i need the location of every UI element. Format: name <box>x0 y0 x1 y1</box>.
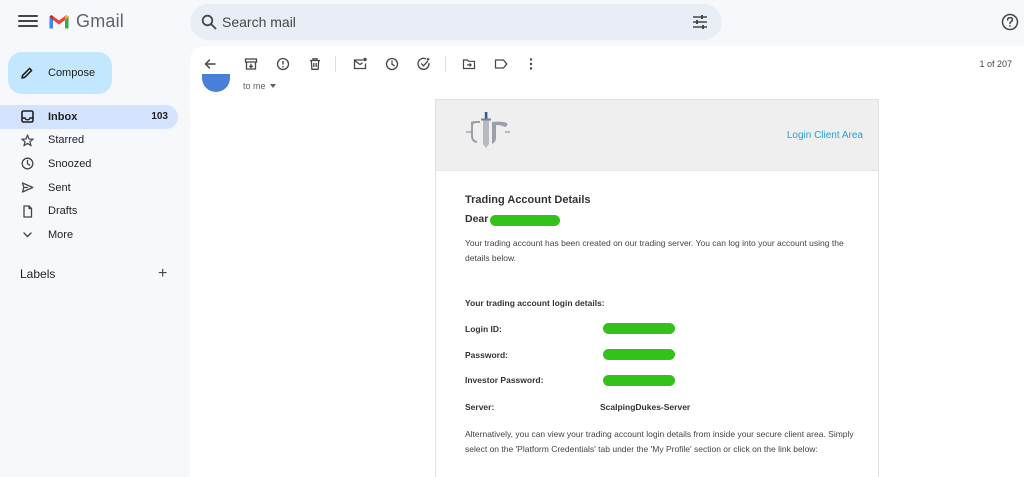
report-spam-icon[interactable] <box>275 56 291 72</box>
top-bar: Gmail <box>0 0 1024 46</box>
intro-paragraph: Your trading account has been created on… <box>465 238 844 263</box>
sidebar-item-drafts[interactable]: Drafts <box>0 199 178 223</box>
chevron-down-icon <box>20 228 34 242</box>
toolbar-divider <box>445 56 446 72</box>
star-icon <box>20 133 34 147</box>
send-icon <box>20 181 34 195</box>
search-input[interactable] <box>222 12 662 32</box>
add-label-button[interactable]: + <box>158 266 167 282</box>
redacted-password <box>603 349 675 360</box>
back-arrow-icon[interactable] <box>202 56 218 72</box>
recipient-details-toggle[interactable]: to me <box>243 81 276 91</box>
sidebar-item-label: Sent <box>48 181 71 194</box>
sidebar-item-label: Snoozed <box>48 157 92 170</box>
add-to-tasks-icon[interactable] <box>416 56 432 72</box>
sidebar-item-starred[interactable]: Starred <box>0 129 178 153</box>
server-value: ScalpingDukes-Server <box>600 402 691 412</box>
archive-icon[interactable] <box>243 56 259 72</box>
sidebar-item-more[interactable]: More <box>0 223 178 247</box>
clock-icon <box>20 157 34 171</box>
search-options-icon[interactable] <box>692 14 708 30</box>
caret-down-icon <box>269 84 276 88</box>
details-heading: Your trading account login details: <box>465 298 605 308</box>
greeting: Dear <box>465 213 489 225</box>
main-menu-icon[interactable] <box>18 12 38 32</box>
sidebar-item-sent[interactable]: Sent <box>0 176 178 200</box>
sword-shield-logo <box>466 112 510 148</box>
label-icon[interactable] <box>493 56 509 72</box>
snooze-icon[interactable] <box>384 56 400 72</box>
toolbar-divider <box>335 56 336 72</box>
gmail-logo[interactable]: Gmail <box>48 11 124 32</box>
delete-icon[interactable] <box>307 56 323 72</box>
message-view: 1 of 207 to me Login Client Area Trading… <box>190 46 1024 477</box>
sidebar-item-label: Starred <box>48 134 85 147</box>
redacted-name <box>490 215 560 226</box>
inbox-icon <box>20 110 34 124</box>
sidebar-item-label: Drafts <box>48 205 78 218</box>
sidebar-item-snoozed[interactable]: Snoozed <box>0 152 178 176</box>
mark-unread-icon[interactable] <box>352 56 368 72</box>
inbox-count: 103 <box>151 111 168 123</box>
outro-paragraph: Alternatively, you can view your trading… <box>465 429 854 454</box>
recipient-label: to me <box>243 81 266 91</box>
move-to-icon[interactable] <box>461 56 477 72</box>
pagination-label: 1 of 207 <box>979 59 1012 69</box>
search-bar[interactable] <box>190 4 722 40</box>
email-header-banner: Login Client Area <box>436 100 878 171</box>
compose-label: Compose <box>48 67 96 79</box>
password-label: Password: <box>465 350 508 360</box>
sidebar-item-inbox[interactable]: Inbox 103 <box>0 105 178 129</box>
labels-heading: Labels <box>20 267 56 281</box>
message-toolbar: 1 of 207 <box>190 46 1024 81</box>
server-label: Server: <box>465 402 495 412</box>
sidebar-item-label: Inbox <box>48 110 78 123</box>
help-icon[interactable] <box>1001 13 1019 31</box>
file-icon <box>20 204 34 218</box>
more-options-icon[interactable] <box>523 56 539 72</box>
email-body-card: Login Client Area Trading Account Detail… <box>435 99 879 477</box>
login-client-area-link[interactable]: Login Client Area <box>787 130 863 141</box>
email-content: Trading Account Details Dear Your tradin… <box>465 194 855 454</box>
compose-button[interactable]: Compose <box>8 52 112 94</box>
app-name: Gmail <box>76 11 125 31</box>
redacted-login-id <box>603 323 675 334</box>
gmail-m-icon <box>49 15 69 29</box>
redacted-investor-password <box>603 375 675 386</box>
investor-password-label: Investor Password: <box>465 375 544 385</box>
login-id-label: Login ID: <box>465 324 502 334</box>
sidebar-nav: Inbox 103 Starred Snoozed Sent Drafts Mo… <box>0 105 180 247</box>
sidebar-item-label: More <box>48 228 74 241</box>
sender-avatar[interactable] <box>202 74 230 92</box>
pencil-icon <box>21 67 33 79</box>
search-icon[interactable] <box>201 14 217 30</box>
email-title: Trading Account Details <box>465 194 591 206</box>
